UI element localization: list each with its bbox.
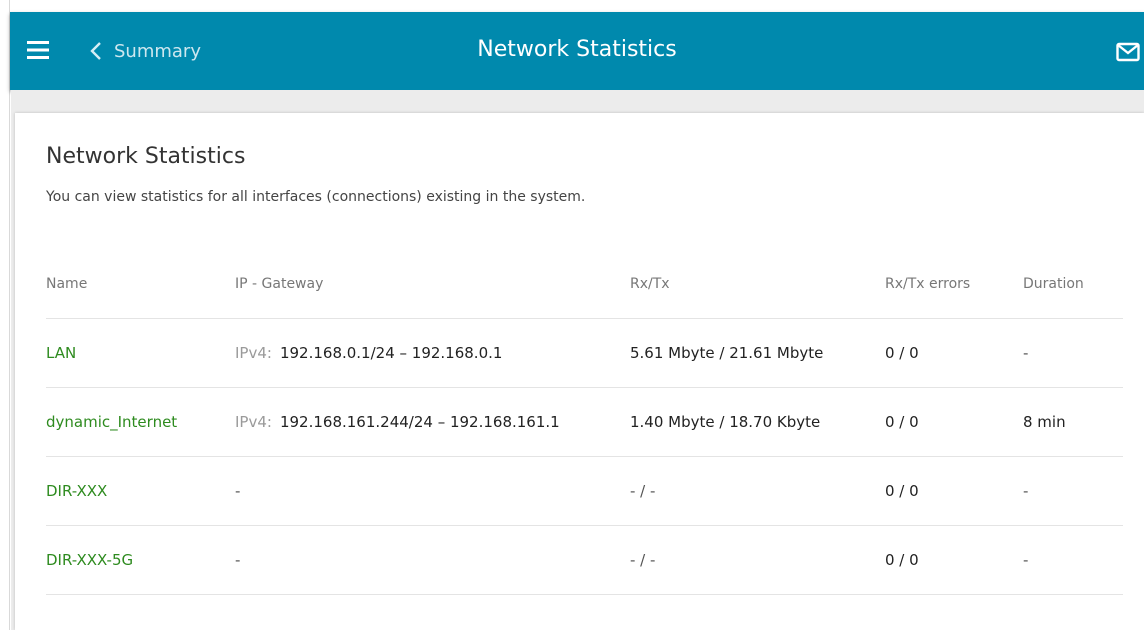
- ip-version-tag: IPv4:: [235, 413, 272, 431]
- mail-icon[interactable]: [1116, 42, 1140, 62]
- rx-tx-cell: 5.61 Mbyte / 21.61 Mbyte: [630, 344, 824, 362]
- interface-name-link[interactable]: dynamic_Internet: [46, 413, 235, 431]
- column-header-duration: Duration: [1023, 275, 1084, 292]
- column-header-name: Name: [46, 275, 88, 292]
- duration-cell: -: [1023, 482, 1029, 500]
- table-row[interactable]: DIR-XXX-5G - - / - 0 / 0 -: [46, 526, 1123, 595]
- ip-gateway-cell: IPv4: 192.168.161.244/24 – 192.168.161.1: [235, 413, 630, 431]
- ip-gateway-cell: IPv4: 192.168.0.1/24 – 192.168.0.1: [235, 344, 630, 362]
- rx-tx-errors-cell: 0 / 0: [885, 413, 919, 431]
- page-title: Network Statistics: [477, 37, 677, 62]
- card-title: Network Statistics: [46, 144, 246, 169]
- table-row[interactable]: dynamic_Internet IPv4: 192.168.161.244/24…: [46, 388, 1123, 457]
- rx-tx-errors-cell: 0 / 0: [885, 551, 919, 569]
- ip-version-tag: IPv4:: [235, 344, 272, 362]
- table-row[interactable]: LAN IPv4: 192.168.0.1/24 – 192.168.0.1 5.…: [46, 319, 1123, 388]
- rx-tx-cell: - / -: [630, 482, 656, 500]
- ip-gateway-cell: -: [235, 482, 241, 500]
- window-left-edge: [0, 0, 10, 630]
- rx-tx-errors-cell: 0 / 0: [885, 482, 919, 500]
- statistics-table: Name IP - Gateway Rx/Tx Rx/Tx errors Dur…: [46, 249, 1123, 595]
- table-header-row: Name IP - Gateway Rx/Tx Rx/Tx errors Dur…: [46, 249, 1123, 319]
- duration-cell: -: [1023, 551, 1029, 569]
- statistics-card: Network Statistics You can view statisti…: [15, 113, 1144, 630]
- rx-tx-errors-cell: 0 / 0: [885, 344, 919, 362]
- top-app-bar: Summary Network Statistics: [10, 12, 1144, 90]
- column-header-rx-tx: Rx/Tx: [630, 275, 670, 292]
- rx-tx-cell: - / -: [630, 551, 656, 569]
- card-description: You can view statistics for all interfac…: [46, 189, 586, 205]
- table-row[interactable]: DIR-XXX - - / - 0 / 0 -: [46, 457, 1123, 526]
- column-header-ip-gateway: IP - Gateway: [235, 275, 324, 292]
- rx-tx-cell: 1.40 Mbyte / 18.70 Kbyte: [630, 413, 821, 431]
- ip-gateway-value: 192.168.161.244/24 – 192.168.161.1: [279, 413, 560, 431]
- interface-name-link[interactable]: LAN: [46, 344, 235, 362]
- column-header-rx-tx-errors: Rx/Tx errors: [885, 275, 971, 292]
- ip-gateway-value: 192.168.0.1/24 – 192.168.0.1: [279, 344, 503, 362]
- ip-gateway-cell: -: [235, 551, 241, 569]
- duration-cell: -: [1023, 344, 1029, 362]
- interface-name-link[interactable]: DIR-XXX: [46, 482, 235, 500]
- duration-cell: 8 min: [1023, 413, 1066, 431]
- interface-name-link[interactable]: DIR-XXX-5G: [46, 551, 235, 569]
